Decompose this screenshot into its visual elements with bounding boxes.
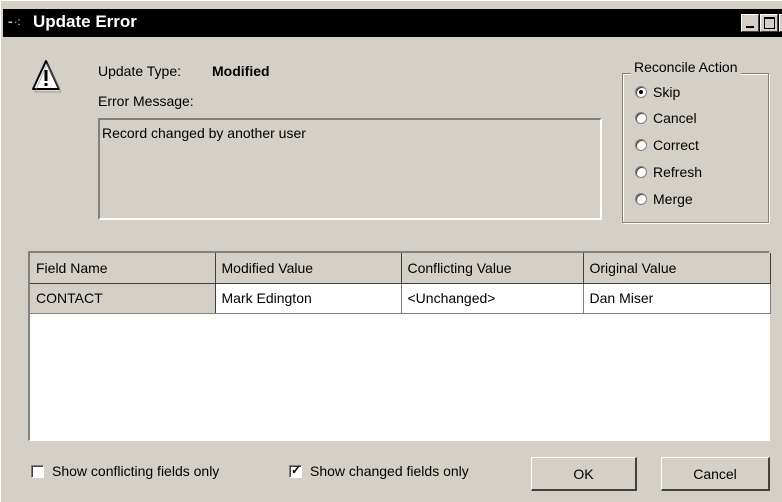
- app-icon: ⁃⁖: [7, 15, 22, 30]
- radio-refresh-indicator[interactable]: [635, 166, 647, 178]
- cell-field-name[interactable]: CONTACT: [30, 283, 216, 314]
- minimize-button[interactable]: [741, 14, 759, 32]
- show-changed-only-checkbox[interactable]: [289, 463, 302, 478]
- column-header-original-value[interactable]: Original Value: [583, 253, 771, 284]
- error-message-text: Record changed by another user: [102, 125, 306, 141]
- radio-correct[interactable]: Correct: [635, 134, 699, 156]
- show-changed-only-option[interactable]: Show changed fields only: [289, 461, 469, 481]
- radio-refresh[interactable]: Refresh: [635, 161, 702, 183]
- show-changed-only-label: Show changed fields only: [310, 463, 469, 479]
- show-conflicting-only-checkbox[interactable]: [31, 464, 44, 478]
- reconcile-action-title: Reconcile Action: [631, 59, 741, 75]
- show-conflicting-only-option[interactable]: Show conflicting fields only: [31, 461, 219, 481]
- radio-cancel-indicator[interactable]: [635, 112, 647, 124]
- column-header-conflicting-value[interactable]: Conflicting Value: [401, 253, 584, 284]
- radio-skip-label: Skip: [653, 84, 681, 100]
- radio-skip[interactable]: Skip: [635, 81, 680, 103]
- update-error-dialog: ⁃⁖ Update Error Update Type: Modified Er…: [0, 0, 782, 502]
- error-message-label: Error Message:: [98, 93, 194, 109]
- grid-header-row: Field Name Modified Value Conflicting Va…: [30, 253, 771, 284]
- radio-merge-label: Merge: [653, 191, 693, 207]
- cell-original-value[interactable]: Dan Miser: [583, 283, 771, 314]
- cell-modified-value[interactable]: Mark Edington: [215, 283, 402, 314]
- maximize-button[interactable]: [760, 14, 778, 32]
- radio-merge-indicator[interactable]: [635, 193, 647, 205]
- radio-merge[interactable]: Merge: [635, 188, 693, 210]
- ok-button[interactable]: OK: [531, 457, 637, 491]
- radio-skip-indicator[interactable]: [635, 86, 647, 98]
- cancel-button[interactable]: Cancel: [661, 457, 770, 491]
- conflict-grid[interactable]: Field Name Modified Value Conflicting Va…: [28, 251, 771, 441]
- error-message-box[interactable]: Record changed by another user: [98, 118, 602, 220]
- radio-correct-indicator[interactable]: [635, 139, 647, 151]
- radio-cancel-label: Cancel: [653, 110, 697, 126]
- title-bar[interactable]: ⁃⁖ Update Error: [3, 9, 782, 37]
- warning-icon: [32, 60, 61, 93]
- update-type-label: Update Type:: [98, 63, 182, 79]
- radio-refresh-label: Refresh: [653, 164, 703, 180]
- column-header-field-name[interactable]: Field Name: [30, 253, 216, 284]
- table-row[interactable]: CONTACT Mark Edington <Unchanged> Dan Mi…: [30, 283, 771, 314]
- radio-cancel[interactable]: Cancel: [635, 107, 697, 129]
- radio-correct-label: Correct: [653, 137, 699, 153]
- update-type-value: Modified: [212, 63, 270, 79]
- cell-conflicting-value[interactable]: <Unchanged>: [401, 283, 584, 314]
- column-header-modified-value[interactable]: Modified Value: [215, 253, 402, 284]
- window-title: Update Error: [33, 12, 137, 31]
- show-conflicting-only-label: Show conflicting fields only: [52, 463, 220, 479]
